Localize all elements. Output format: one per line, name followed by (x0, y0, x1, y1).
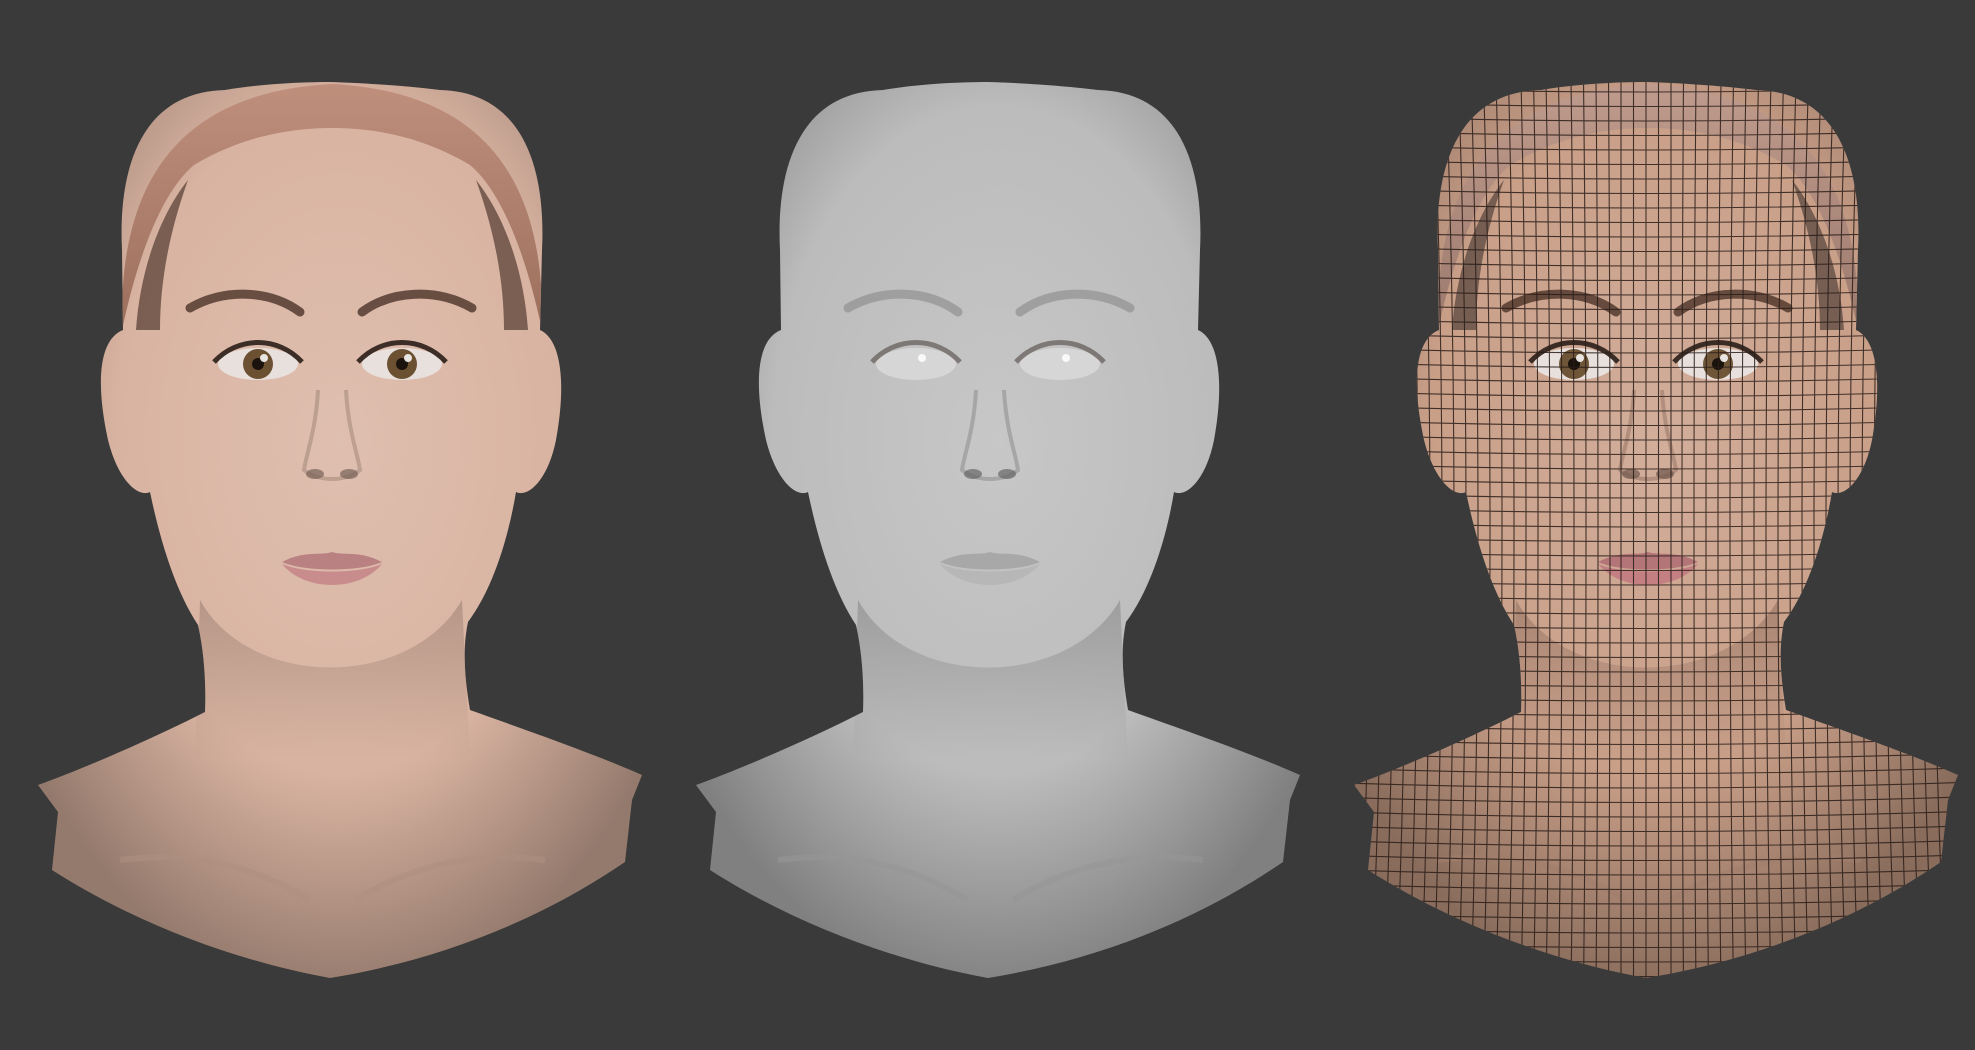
head-figure (696, 82, 1300, 978)
eye-left (876, 348, 956, 380)
eye-right (1020, 348, 1100, 380)
mesh-line-v (1354, 82, 1359, 978)
head-figure (38, 82, 642, 978)
eye-highlight-left (1576, 354, 1584, 362)
nostril-left (964, 469, 982, 479)
head-silhouette (696, 82, 1300, 978)
nostril-left (306, 469, 324, 479)
render-viewport (0, 0, 1975, 1050)
nostril-left (1622, 469, 1640, 479)
mesh-line-h (1316, 985, 1974, 991)
head-render-textured (0, 0, 658, 1050)
eye-highlight-right (1062, 354, 1070, 362)
head-figure (1316, 82, 1974, 991)
nostril-right (998, 469, 1016, 479)
mesh-line-v (1657, 82, 1660, 978)
eye-highlight-left (260, 354, 268, 362)
eye-highlight-right (1720, 354, 1728, 362)
nostril-right (340, 469, 358, 479)
mesh-line-v (1357, 82, 1371, 978)
eye-highlight-left (918, 354, 926, 362)
head-render-clay (658, 0, 1316, 1050)
head-render-wireframe (1316, 0, 1974, 1050)
head-silhouette (38, 82, 642, 978)
eye-highlight-right (404, 354, 412, 362)
mesh-line-v (1632, 82, 1635, 978)
